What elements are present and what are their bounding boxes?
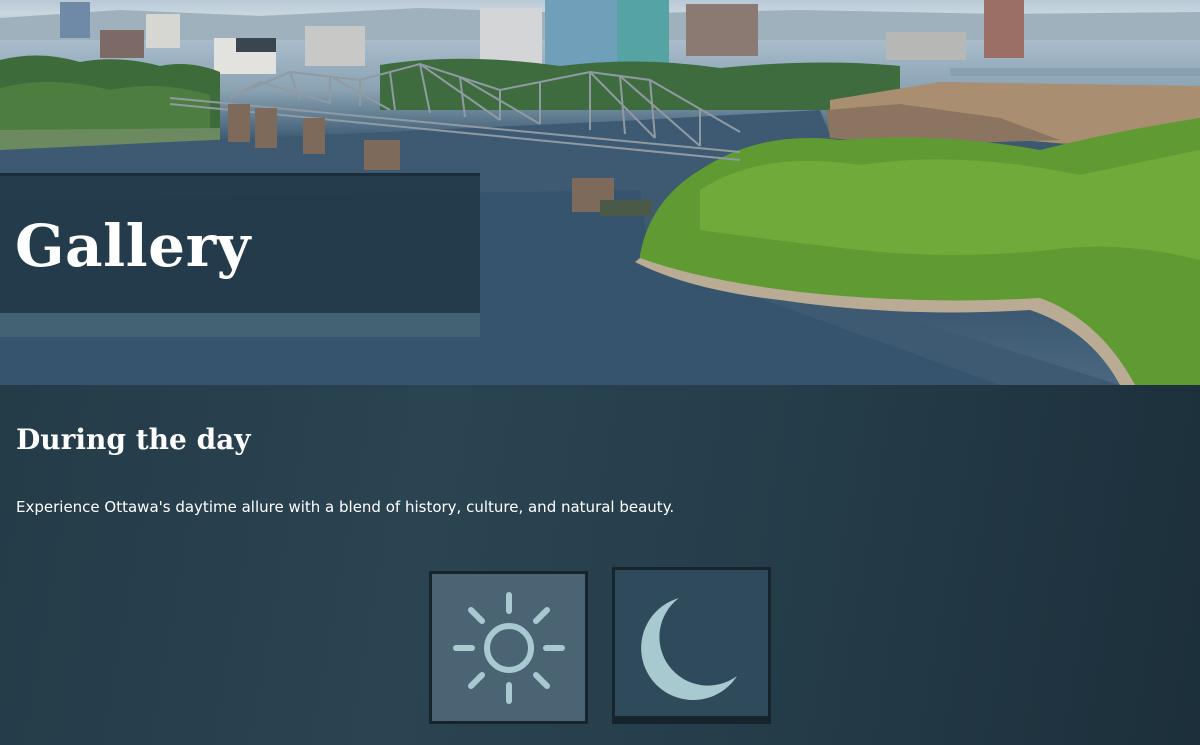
hero-title-banner: Gallery	[0, 173, 480, 337]
section-title: During the day	[16, 423, 251, 456]
page-title: Gallery	[15, 212, 251, 280]
day-toggle-button[interactable]	[429, 571, 588, 724]
gallery-section: During the day Experience Ottawa's dayti…	[0, 385, 1200, 745]
moon-icon	[640, 598, 737, 701]
section-description: Experience Ottawa's daytime allure with …	[16, 498, 675, 516]
sun-icon	[452, 591, 565, 704]
banner-accent-strip	[0, 313, 480, 337]
night-toggle-button[interactable]	[612, 567, 771, 724]
